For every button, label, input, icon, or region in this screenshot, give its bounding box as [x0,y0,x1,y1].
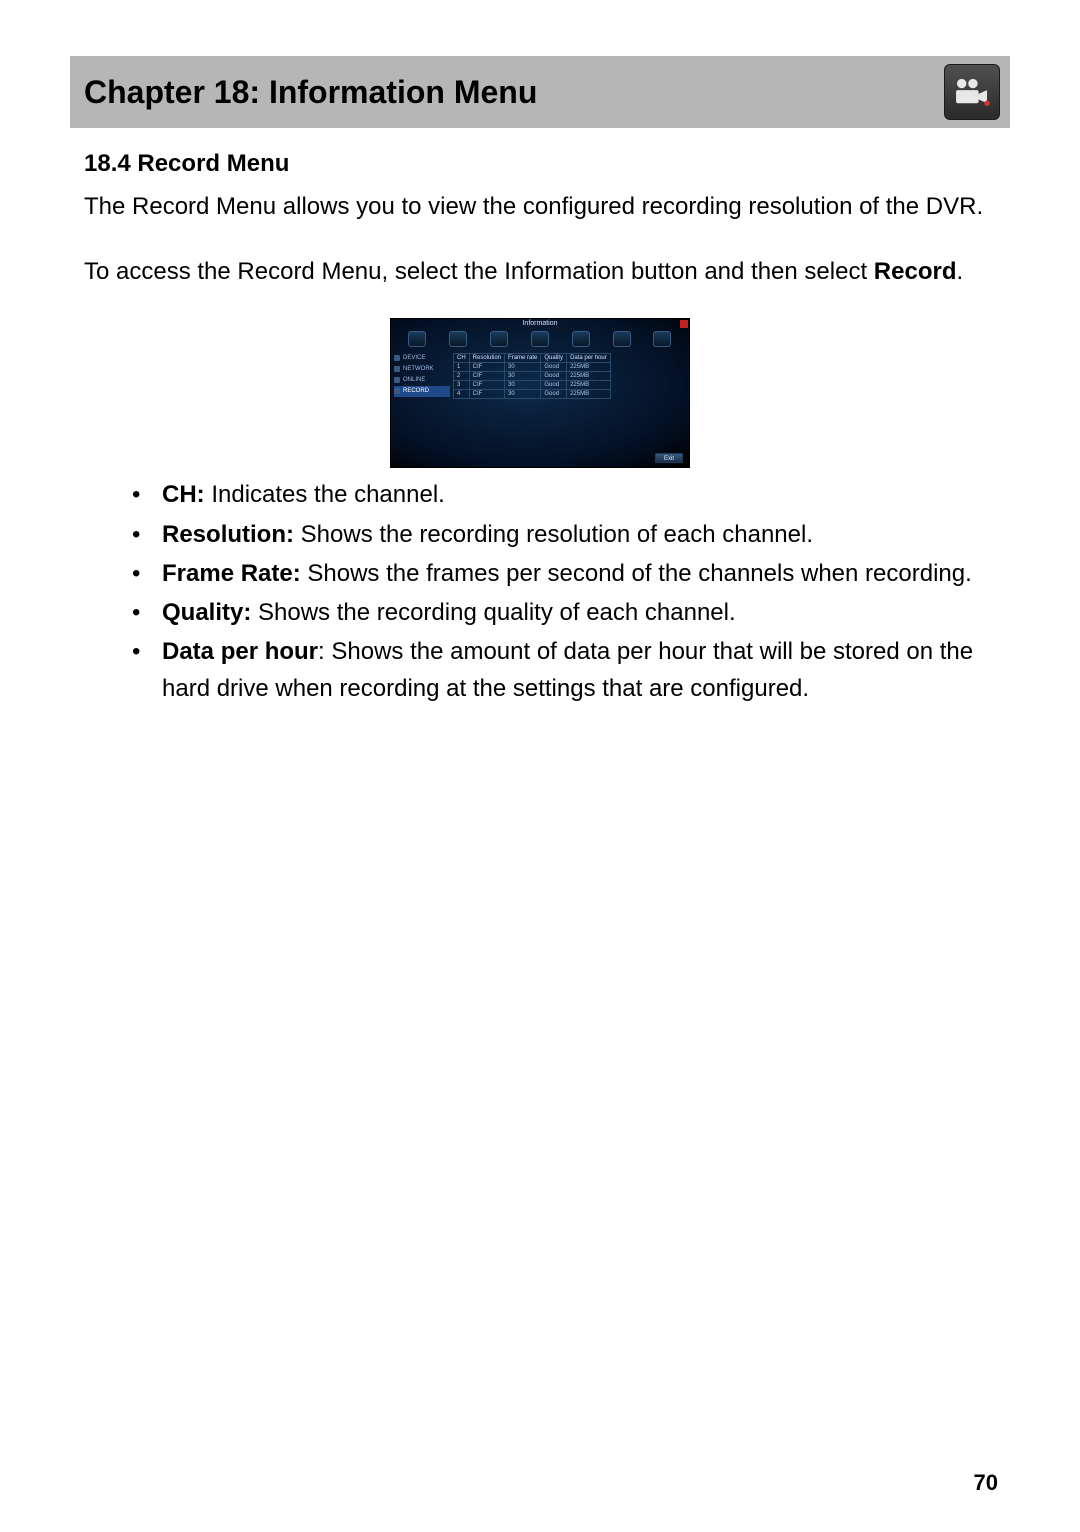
bullet-term: Data per hour [162,638,318,665]
camera-reel-icon [944,64,1000,120]
ss-sidebar-item: DEVICE [394,353,450,364]
ss-sidebar-item-selected: RECORD [394,386,450,397]
ss-exit-button: Exit [655,453,683,463]
list-item: Resolution: Shows the recording resoluti… [132,516,996,553]
list-item: Frame Rate: Shows the frames per second … [132,555,996,592]
ss-sidebar: DEVICE NETWORK ONLINE RECORD [394,353,450,397]
bullet-desc: Shows the recording resolution of each c… [294,521,813,548]
page-content: 18.4 Record Menu The Record Menu allows … [84,150,996,728]
bullet-term: Frame Rate: [162,560,301,587]
ss-toolbar-icon [613,331,631,347]
access-bold-text: Record [874,258,957,285]
bullet-term: Quality: [162,599,251,626]
field-description-list: CH: Indicates the channel. Resolution: S… [84,476,996,707]
dvr-information-screenshot: Information DEVICE NETWORK ONLINE RECORD… [390,318,690,468]
access-post-text: . [956,258,963,285]
list-item: Data per hour: Shows the amount of data … [132,633,996,707]
intro-paragraph: The Record Menu allows you to view the c… [84,188,996,225]
list-item: Quality: Shows the recording quality of … [132,594,996,631]
bullet-term: Resolution: [162,521,294,548]
ss-toolbar-icon [490,331,508,347]
table-row: 3CIF30Good225MB [454,381,611,390]
section-title: 18.4 Record Menu [84,150,996,178]
chapter-header-bar: Chapter 18: Information Menu [70,56,1010,128]
ss-th: Data per hour [567,354,611,363]
ss-th: Resolution [469,354,504,363]
ss-sidebar-item: ONLINE [394,375,450,386]
table-row: 1CIF30Good225MB [454,363,611,372]
page-number: 70 [974,1470,998,1496]
close-icon [680,320,688,328]
ss-toolbar-icon [653,331,671,347]
table-row: 2CIF30Good225MB [454,372,611,381]
ss-toolbar-icon [572,331,590,347]
ss-window-title: Information [522,320,557,327]
ss-toolbar-icon [408,331,426,347]
ss-sidebar-item: NETWORK [394,364,450,375]
table-row: 4CIF30Good225MB [454,390,611,399]
chapter-title: Chapter 18: Information Menu [84,74,537,111]
bullet-desc: Shows the frames per second of the chann… [301,560,972,587]
bullet-desc: Indicates the channel. [205,481,445,508]
ss-toolbar-icon [531,331,549,347]
ss-toolbar-icon [449,331,467,347]
ss-record-table: CH Resolution Frame rate Quality Data pe… [453,353,611,399]
access-pre-text: To access the Record Menu, select the In… [84,258,874,285]
ss-th: Quality [541,354,567,363]
bullet-desc: Shows the recording quality of each chan… [251,599,735,626]
access-paragraph: To access the Record Menu, select the In… [84,253,996,290]
ss-toolbar [397,329,683,349]
list-item: CH: Indicates the channel. [132,476,996,513]
ss-th: Frame rate [505,354,541,363]
bullet-term: CH: [162,481,205,508]
ss-th: CH [454,354,470,363]
